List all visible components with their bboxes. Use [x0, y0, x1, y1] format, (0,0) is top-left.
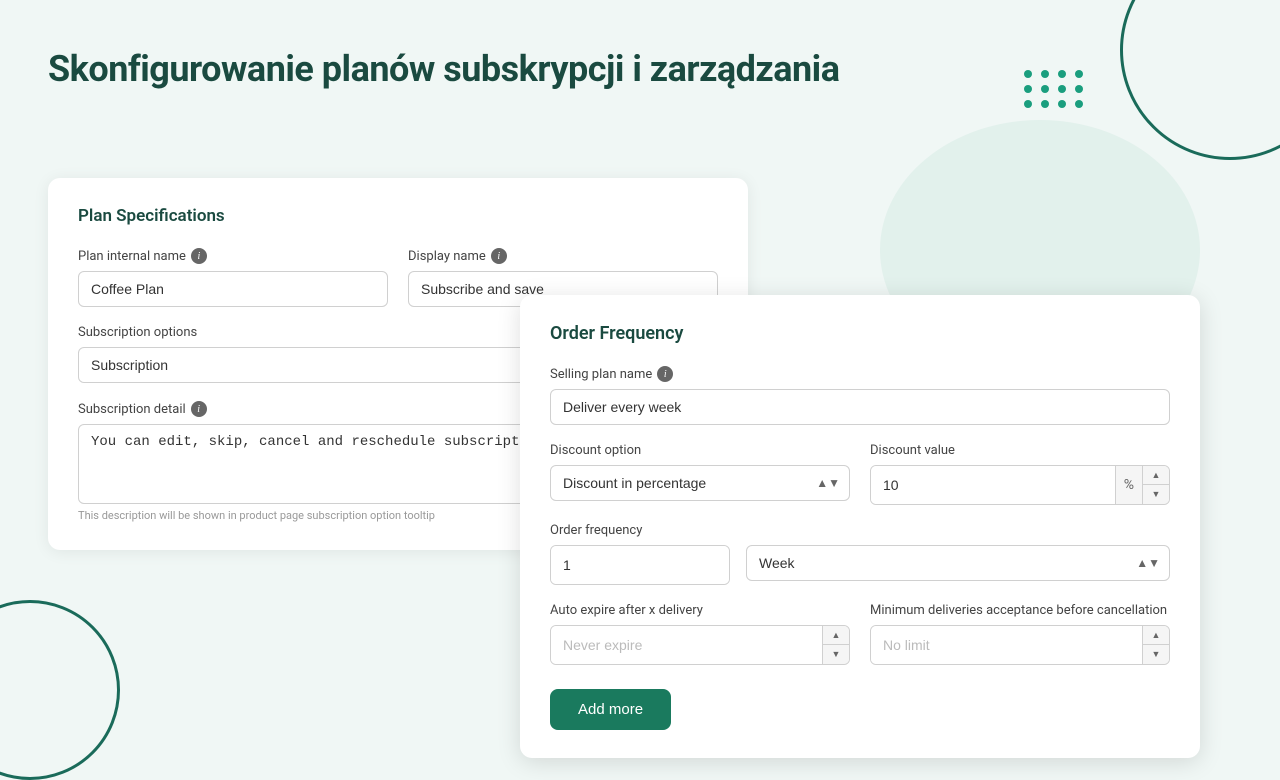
min-deliveries-col: Minimum deliveries acceptance before can…	[870, 603, 1170, 665]
discount-row: Discount option No discount Discount in …	[550, 443, 1170, 505]
internal-name-label: Plan internal name i	[78, 248, 388, 264]
discount-value-label: Discount value	[870, 443, 1170, 458]
discount-option-select-wrapper: No discount Discount in percentage Disco…	[550, 465, 850, 501]
order-frequency-unit-select-wrapper: Day Week Month Year ▲▼	[746, 545, 1170, 581]
internal-name-input[interactable]	[78, 271, 388, 307]
auto-expire-label: Auto expire after x delivery	[550, 603, 850, 618]
selling-plan-info-icon[interactable]: i	[657, 366, 673, 382]
selling-plan-group: Selling plan name i	[550, 366, 1170, 425]
selling-plan-label: Selling plan name i	[550, 366, 1170, 382]
discount-value-input[interactable]	[871, 466, 1115, 504]
min-deliveries-up-btn[interactable]: ▲	[1143, 626, 1169, 645]
min-deliveries-label: Minimum deliveries acceptance before can…	[870, 603, 1170, 618]
auto-expire-col: Auto expire after x delivery ▲ ▼	[550, 603, 850, 665]
bg-circle-bottom-left	[0, 600, 120, 780]
discount-option-label: Discount option	[550, 443, 850, 458]
auto-expire-spinner-group: ▲ ▼	[550, 625, 850, 665]
subscription-detail-info-icon[interactable]: i	[191, 401, 207, 417]
discount-value-down-btn[interactable]: ▼	[1143, 485, 1169, 504]
page-title: Skonfigurowanie planów subskrypcji i zar…	[48, 48, 839, 90]
internal-name-info-icon[interactable]: i	[191, 248, 207, 264]
min-deliveries-input[interactable]	[871, 626, 1142, 664]
add-more-button[interactable]: Add more	[550, 689, 671, 730]
min-deliveries-spinner-group: ▲ ▼	[870, 625, 1170, 665]
order-frequency-row: ▲ ▼ Day Week Month Year ▲▼	[550, 545, 1170, 585]
internal-name-group: Plan internal name i	[78, 248, 388, 307]
discount-value-up-btn[interactable]: ▲	[1143, 466, 1169, 485]
discount-value-spinner: ▲ ▼	[1142, 466, 1169, 504]
dots-grid	[1024, 70, 1085, 108]
order-frequency-title: Order Frequency	[550, 323, 1170, 344]
order-frequency-spinner-group: ▲ ▼	[550, 545, 730, 585]
plan-card-title: Plan Specifications	[78, 206, 718, 226]
discount-value-col: Discount value % ▲ ▼	[870, 443, 1170, 505]
percent-label: %	[1115, 466, 1142, 504]
order-frequency-card: Order Frequency Selling plan name i Disc…	[520, 295, 1200, 758]
order-frequency-label: Order frequency	[550, 523, 1170, 538]
discount-option-select[interactable]: No discount Discount in percentage Disco…	[550, 465, 850, 501]
expire-deliveries-row: Auto expire after x delivery ▲ ▼ Minimum…	[550, 603, 1170, 665]
discount-value-group: % ▲ ▼	[870, 465, 1170, 505]
discount-option-col: Discount option No discount Discount in …	[550, 443, 850, 505]
min-deliveries-down-btn[interactable]: ▼	[1143, 645, 1169, 664]
order-frequency-unit-select[interactable]: Day Week Month Year	[746, 545, 1170, 581]
display-name-info-icon[interactable]: i	[491, 248, 507, 264]
min-deliveries-spinner: ▲ ▼	[1142, 626, 1169, 664]
auto-expire-input[interactable]	[551, 626, 822, 664]
order-frequency-num-input[interactable]	[551, 546, 730, 584]
auto-expire-down-btn[interactable]: ▼	[823, 645, 849, 664]
selling-plan-input[interactable]	[550, 389, 1170, 425]
display-name-label: Display name i	[408, 248, 718, 264]
auto-expire-spinner: ▲ ▼	[822, 626, 849, 664]
order-frequency-num-col: ▲ ▼	[550, 545, 730, 585]
order-frequency-unit-col: Day Week Month Year ▲▼	[746, 545, 1170, 585]
order-frequency-row-container: Order frequency ▲ ▼ Day Week Month	[550, 523, 1170, 585]
auto-expire-up-btn[interactable]: ▲	[823, 626, 849, 645]
bg-circle-top-right	[1120, 0, 1280, 160]
